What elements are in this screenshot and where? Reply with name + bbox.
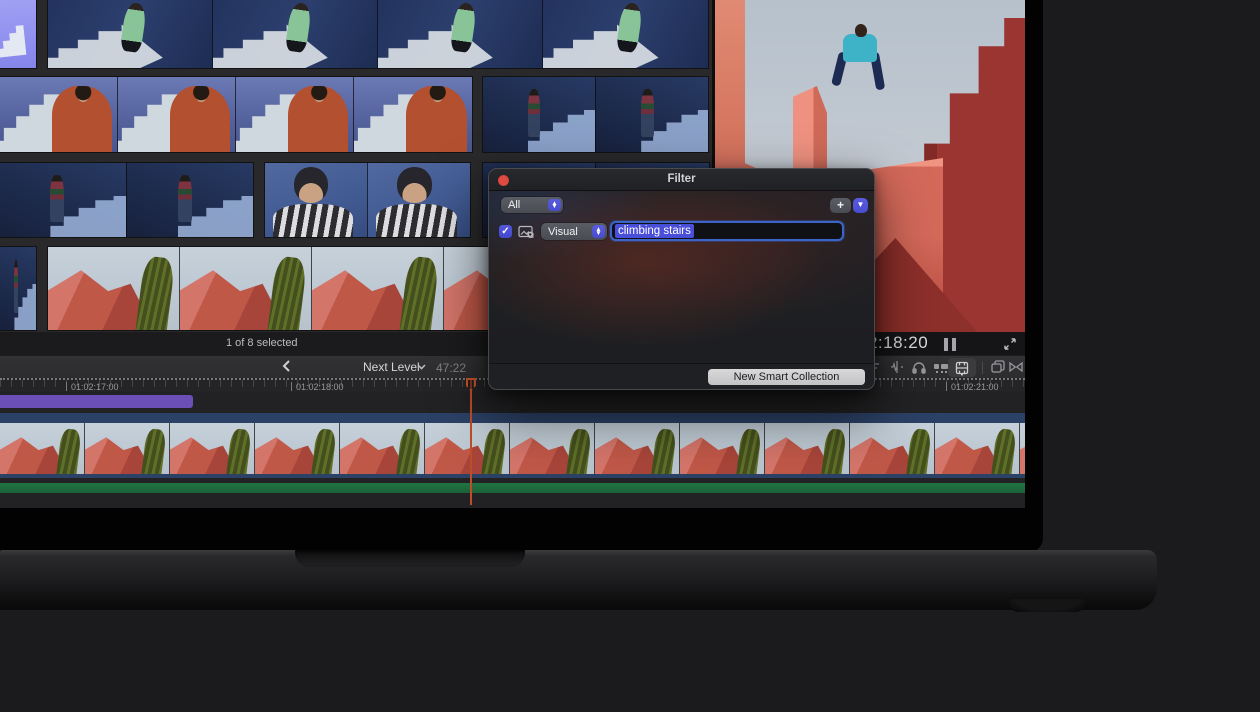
clip-frame xyxy=(378,0,543,68)
timeline-frame xyxy=(595,423,680,474)
clip-thumbnail[interactable] xyxy=(0,247,36,330)
timeline-frame xyxy=(340,423,425,474)
clip-frame xyxy=(368,163,470,237)
clip-frame xyxy=(265,163,368,237)
macbook-scene: 1 of 8 selected 02:18:20 xyxy=(0,0,1260,712)
timeline-frame xyxy=(85,423,170,474)
timeline-frame xyxy=(0,423,85,474)
transitions-browser-icon[interactable] xyxy=(1008,359,1024,375)
selection-count-label: 1 of 8 selected xyxy=(226,337,298,349)
timeline-filmstrip xyxy=(0,423,1025,474)
filter-dialog: Filter All ▲▼ + ▼ ✓ Visual ▲▼ climbing s… xyxy=(488,168,875,390)
match-popup[interactable]: All ▲▼ xyxy=(501,197,563,213)
dialog-titlebar[interactable]: Filter xyxy=(489,169,874,191)
viewer-image-person xyxy=(843,34,877,62)
timeline-audio-clip[interactable] xyxy=(0,483,1025,493)
browser-row xyxy=(0,77,712,152)
timeline-video-clip[interactable] xyxy=(0,413,1025,478)
clip-frame xyxy=(236,77,354,152)
timeline-frame xyxy=(510,423,595,474)
pause-icon[interactable] xyxy=(944,338,958,351)
timeline-frame xyxy=(765,423,850,474)
timeline-back-chevron-icon[interactable] xyxy=(282,360,291,372)
snapping-icon[interactable] xyxy=(933,359,949,375)
playhead[interactable] xyxy=(470,378,472,505)
project-duration: 47:22 xyxy=(436,361,466,375)
project-title[interactable]: Next Level xyxy=(363,360,420,374)
clip-thumbnail[interactable] xyxy=(0,77,472,152)
solo-icon[interactable] xyxy=(911,359,927,375)
clip-thumbnail[interactable] xyxy=(48,0,708,68)
rubber-foot xyxy=(1009,599,1085,612)
timeline-frame xyxy=(850,423,935,474)
rule-type-popup[interactable]: Visual ▲▼ xyxy=(541,223,607,240)
ruler-timecode: 01:02:17:00 xyxy=(71,382,119,392)
timeline-pane: 01:02:17:00 01:02:18:00 01:02:21:00 xyxy=(0,378,1025,508)
timeline-frame xyxy=(170,423,255,474)
project-chevron-down-icon[interactable] xyxy=(417,364,426,370)
lid-notch xyxy=(295,550,525,567)
dialog-footer: New Smart Collection xyxy=(489,363,874,389)
clip-thumbnail[interactable] xyxy=(0,163,253,237)
timeline-frame xyxy=(935,423,1020,474)
macbook-base xyxy=(0,550,1157,610)
expand-icon[interactable] xyxy=(1003,337,1017,351)
clip-frame xyxy=(118,77,236,152)
timeline-frame xyxy=(1020,423,1025,474)
clip-frame xyxy=(213,0,378,68)
clip-frame xyxy=(0,0,36,68)
add-rule-menu-button[interactable]: ▼ xyxy=(853,198,868,213)
rule-enabled-checkbox[interactable]: ✓ xyxy=(499,225,512,238)
clip-thumbnail[interactable] xyxy=(483,77,708,152)
clip-frame xyxy=(483,77,596,152)
clip-frame xyxy=(0,77,118,152)
clip-thumbnail[interactable] xyxy=(0,0,36,68)
clip-frame xyxy=(0,163,127,237)
stepper-icon: ▲▼ xyxy=(592,225,605,238)
search-text-field[interactable]: climbing stairs xyxy=(610,221,844,241)
viewer-image-person xyxy=(855,24,867,37)
rule-type-value: Visual xyxy=(548,226,578,238)
timeline-frame xyxy=(255,423,340,474)
clip-frame xyxy=(543,0,708,68)
clip-frame xyxy=(312,247,444,330)
browser-row xyxy=(0,0,712,68)
new-smart-collection-button[interactable]: New Smart Collection xyxy=(708,369,865,385)
clip-frame xyxy=(48,0,213,68)
clip-frame xyxy=(180,247,312,330)
add-rule-button[interactable]: + xyxy=(830,198,851,213)
timeline-frame xyxy=(425,423,510,474)
timeline-title-clip[interactable] xyxy=(0,395,193,408)
clip-frame xyxy=(0,247,36,330)
timeline-frame xyxy=(680,423,765,474)
clip-thumbnail[interactable] xyxy=(265,163,470,237)
ruler-timecode: 01:02:18:00 xyxy=(296,382,344,392)
match-popup-value: All xyxy=(508,199,520,211)
ruler-timecode: 01:02:21:00 xyxy=(951,382,999,392)
visual-search-icon xyxy=(518,225,535,239)
effects-browser-icon[interactable] xyxy=(990,359,1006,375)
clip-frame xyxy=(596,77,708,152)
audio-skimming-icon[interactable] xyxy=(889,359,905,375)
clip-frame xyxy=(48,247,180,330)
filmstrip-index-icon[interactable] xyxy=(954,360,970,376)
selected-search-text: climbing stairs xyxy=(615,224,694,238)
clip-frame xyxy=(127,163,253,237)
dialog-title: Filter xyxy=(489,173,874,185)
stepper-icon: ▲▼ xyxy=(548,199,561,211)
clip-frame xyxy=(354,77,472,152)
viewer-image-pillar xyxy=(793,86,827,176)
toolbar-separator xyxy=(982,362,983,374)
